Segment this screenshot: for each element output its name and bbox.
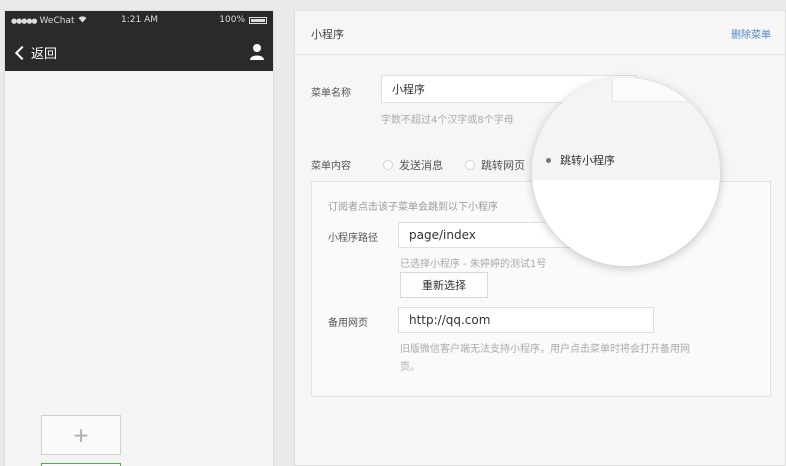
selected-miniprogram-hint: 已选择小程序 - 朱婷婷的测试1号 xyxy=(400,259,547,270)
config-intro: 订阅者点击该子菜单会跳到以下小程序 xyxy=(328,202,498,213)
status-carrier: ●●●●● WeChat xyxy=(11,15,87,26)
chevron-left-icon xyxy=(14,45,30,60)
status-battery: 100% xyxy=(219,15,267,25)
reselect-button[interactable]: 重新选择 xyxy=(400,272,488,298)
radio-jump-miniprogram[interactable]: 跳转小程序 xyxy=(546,152,615,168)
user-icon[interactable] xyxy=(249,43,265,61)
back-label: 返回 xyxy=(31,47,58,62)
backup-page-label: 备用网页 xyxy=(328,318,368,329)
radio-selected-dot xyxy=(546,157,551,163)
radio-jump-web[interactable]: 跳转网页 xyxy=(465,157,525,173)
radio-jump-web-label: 跳转网页 xyxy=(481,159,525,172)
add-menu-button[interactable]: + xyxy=(41,415,121,455)
radio-jump-miniprogram-label: 跳转小程序 xyxy=(560,154,615,167)
panel-title: 小程序 xyxy=(311,28,344,41)
backup-hint-line-1: 旧版微信客户端无法支持小程序，用户点击菜单时将会打开备用网 xyxy=(400,344,690,355)
carrier-name: WeChat xyxy=(39,15,75,26)
menu-name-hint: 字数不超过4个汉字或8个字母 xyxy=(381,115,514,126)
plus-icon: + xyxy=(72,423,90,447)
phone-header: ●●●●● WeChat 1:21 AM 100% 返回 xyxy=(5,11,273,71)
radio-circle xyxy=(383,160,393,170)
radio-circle xyxy=(465,160,475,170)
backup-url-input[interactable] xyxy=(398,307,654,333)
radio-send-message[interactable]: 发送消息 xyxy=(383,157,443,173)
magnifier-callout: 跳转小程序 xyxy=(532,78,720,266)
magnifier-input-edge xyxy=(612,78,720,102)
battery-icon xyxy=(249,16,267,24)
signal-icon: ●●●●● xyxy=(11,16,38,25)
backup-hint-line-2: 页。 xyxy=(400,362,420,373)
path-label: 小程序路径 xyxy=(328,233,378,244)
phone-nav-bar: 返回 xyxy=(5,39,273,69)
radio-send-message-label: 发送消息 xyxy=(399,159,443,172)
status-bar: ●●●●● WeChat 1:21 AM 100% xyxy=(5,11,273,29)
menu-name-label: 菜单名称 xyxy=(311,88,351,99)
battery-percent: 100% xyxy=(219,15,245,25)
menu-content-label: 菜单内容 xyxy=(311,161,351,172)
delete-menu-link[interactable]: 删除菜单 xyxy=(731,26,771,41)
panel-header: 小程序 删除菜单 xyxy=(295,11,785,55)
wifi-icon xyxy=(78,15,87,26)
status-time: 1:21 AM xyxy=(121,15,158,25)
back-button[interactable]: 返回 xyxy=(13,43,57,62)
phone-preview: ●●●●● WeChat 1:21 AM 100% 返回 + xyxy=(4,10,274,466)
